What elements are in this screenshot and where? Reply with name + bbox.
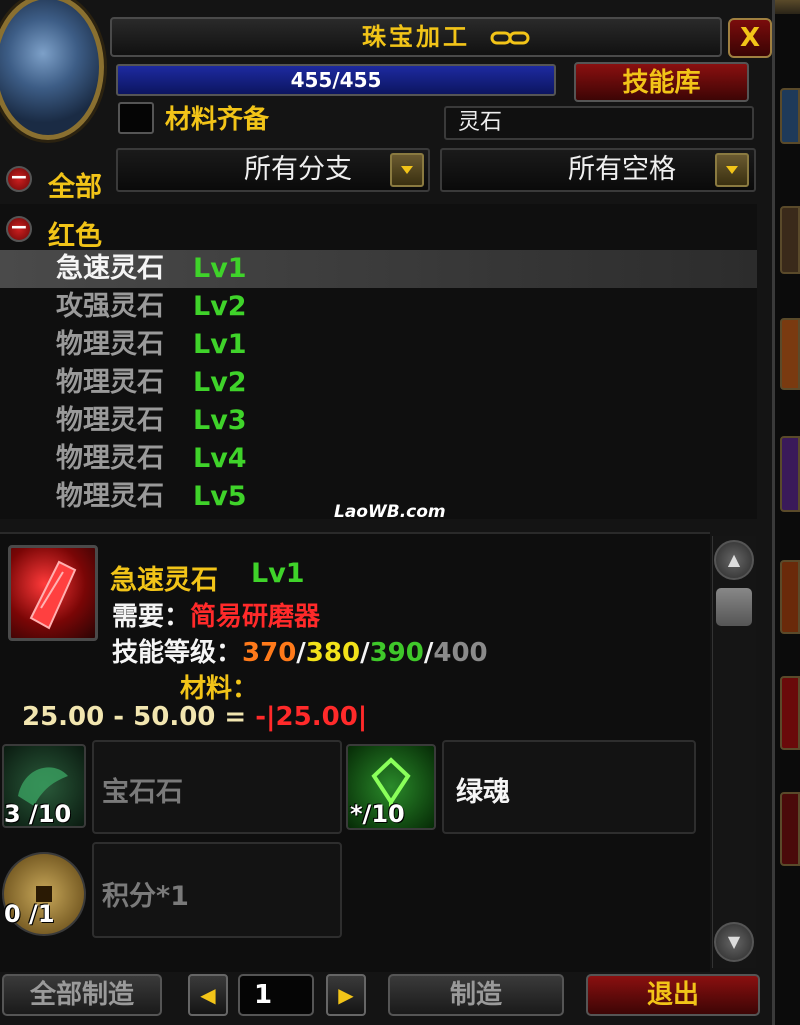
increment-icon[interactable]: ▶ [326,974,366,1016]
category-red[interactable]: 红色 [48,214,102,253]
quantity-input[interactable]: 1 [238,974,314,1016]
category-all[interactable]: 全部 [48,165,102,204]
collapse-all-icon[interactable]: − [6,166,32,192]
recipe-name: 物理灵石 [56,367,164,398]
requires-value: 简易研磨器 [190,602,321,632]
subclass-dropdown-value: 所有分支 [244,154,352,185]
item-name: 急速灵石 [110,565,218,596]
materials-label: 材料： [180,674,259,704]
recipe-level: Lv4 [193,443,247,474]
side-tab-2[interactable] [780,206,800,274]
requires-line: 需要：简易研磨器 [112,596,320,633]
requires-label: 需要： [112,602,191,632]
recipe-name: 物理灵石 [56,481,164,512]
skill-level-label: 技能等级： [112,638,243,668]
recipe-level: Lv3 [193,405,247,436]
recipe-item[interactable]: 物理灵石 Lv1 [0,326,757,364]
recipe-item[interactable]: 急速灵石 Lv1 [0,250,757,288]
skill-level-gray: 400 [433,638,488,668]
link-icon[interactable] [490,30,530,46]
slot-dropdown-value: 所有空格 [568,154,676,185]
watermark: LaoWB.com [334,502,446,522]
skill-library-button[interactable]: 技能库 [574,62,749,102]
skill-level-sep: / [360,638,370,668]
side-tab-3[interactable] [780,318,800,390]
recipe-name: 物理灵石 [56,329,164,360]
skill-level-yellow: 380 [305,638,361,668]
recipe-level: Lv5 [193,481,247,512]
scroll-down-icon[interactable]: ▼ [714,922,754,962]
exit-button[interactable]: 退出 [586,974,760,1016]
recipe-name: 物理灵石 [56,443,164,474]
reagent-name: 绿魂 [456,777,510,808]
recipe-level: Lv2 [193,291,247,322]
recipe-name: 攻强灵石 [56,291,164,322]
have-materials-checkbox[interactable] [118,102,154,134]
recipe-level: Lv2 [193,367,247,398]
formula-part-b: -|25.00| [255,702,368,732]
side-tab-4[interactable] [780,436,800,512]
skill-level-orange: 370 [242,638,297,668]
skill-level-green: 390 [369,638,424,668]
red-gem-icon[interactable] [8,545,98,641]
recipe-name: 急速灵石 [56,253,164,284]
reagent-count: 3 /10 [4,800,72,828]
collapse-red-icon[interactable]: − [6,216,32,242]
side-tab-5[interactable] [780,560,800,634]
reagent-count: 0 /1 [4,900,55,928]
side-tab-7[interactable] [780,792,800,866]
decrement-icon[interactable]: ◀ [188,974,228,1016]
side-tab-6[interactable] [780,676,800,750]
skill-progress-text: 455/455 [290,68,382,92]
reagent-count: */10 [350,800,405,828]
recipe-item[interactable]: 攻强灵石 Lv2 [0,288,757,326]
skill-level-sep: / [423,638,434,668]
scroll-thumb[interactable] [716,588,752,626]
subclass-dropdown-arrow-icon[interactable] [390,153,424,187]
recipe-level: Lv1 [193,329,247,360]
close-button[interactable]: X [728,18,772,58]
formula-part-a: 25.00 - 50.00 = [22,702,256,732]
skill-level-sep: / [296,638,306,668]
scroll-up-icon[interactable]: ▲ [714,540,754,580]
recipe-item[interactable]: 物理灵石 Lv2 [0,364,757,402]
side-tab-1[interactable] [780,88,800,144]
recipe-name: 物理灵石 [56,405,164,436]
recipe-item[interactable]: 物理灵石 Lv3 [0,402,757,440]
skill-level-line: 技能等级：370/380/390/400 [112,632,488,669]
create-all-button[interactable]: 全部制造 [2,974,162,1016]
cost-formula: 25.00 - 50.00 = -|25.00| [22,702,367,732]
recipe-item[interactable]: 物理灵石 Lv4 [0,440,757,478]
recipe-level: Lv1 [193,253,247,284]
reagent-name: 积分*1 [102,881,189,912]
window-title: 珠宝加工 [362,23,470,51]
have-materials-label: 材料齐备 [165,105,270,135]
search-input[interactable]: 灵石 [444,106,754,140]
item-level: Lv1 [251,558,305,589]
slot-dropdown-arrow-icon[interactable] [715,153,749,187]
create-button[interactable]: 制造 [388,974,564,1016]
reagent-name: 宝石石 [102,777,183,808]
